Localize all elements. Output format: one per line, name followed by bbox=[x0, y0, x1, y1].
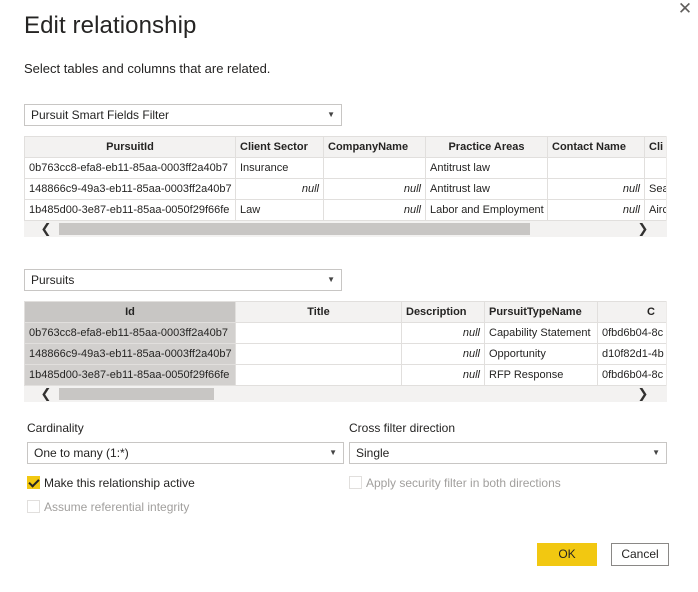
table-row: 0b763cc8-efa8-eb11-85aa-0003ff2a40b7 nul… bbox=[24, 322, 666, 344]
dialog-title: Edit relationship bbox=[24, 12, 197, 39]
table-cell: 148866c9-49a3-eb11-85aa-0003ff2a40b7 bbox=[24, 343, 236, 365]
table-cell: 148866c9-49a3-eb11-85aa-0003ff2a40b7 bbox=[24, 178, 236, 200]
table-cell: 0b763cc8-efa8-eb11-85aa-0003ff2a40b7 bbox=[24, 322, 236, 344]
table1-grid[interactable]: PursuitId Client Sector CompanyName Prac… bbox=[24, 136, 667, 222]
cardinality-select[interactable]: One to many (1:*) ▼ bbox=[27, 442, 344, 464]
table-row: 148866c9-49a3-eb11-85aa-0003ff2a40b7 nul… bbox=[24, 178, 666, 200]
chevron-right-icon[interactable]: ❯ bbox=[635, 386, 651, 402]
chevron-left-icon[interactable]: ❮ bbox=[38, 221, 54, 237]
column-header[interactable]: Contact Name bbox=[547, 136, 645, 158]
cardinality-label: Cardinality bbox=[27, 421, 84, 435]
table-cell bbox=[235, 322, 402, 344]
security-filter-checkbox[interactable] bbox=[349, 476, 362, 489]
chevron-down-icon: ▼ bbox=[329, 448, 337, 457]
column-header[interactable]: PursuitTypeName bbox=[484, 301, 598, 323]
table-cell: null bbox=[547, 199, 645, 221]
make-active-checkbox[interactable] bbox=[27, 476, 40, 489]
table-cell: Antitrust law bbox=[425, 157, 548, 179]
table2-scrollbar[interactable]: ❮ ❯ bbox=[24, 386, 667, 402]
table-cell bbox=[644, 157, 666, 179]
table2-select[interactable]: Pursuits ▼ bbox=[24, 269, 342, 291]
column-header[interactable]: Practice Areas bbox=[425, 136, 548, 158]
table-cell: 1b485d00-3e87-eb11-85aa-0050f29f66fe bbox=[24, 199, 236, 221]
table-row: 1b485d00-3e87-eb11-85aa-0050f29f66fe nul… bbox=[24, 364, 666, 386]
table-cell bbox=[323, 157, 426, 179]
column-header[interactable]: Description bbox=[401, 301, 485, 323]
table-cell: 1b485d00-3e87-eb11-85aa-0050f29f66fe bbox=[24, 364, 236, 386]
chevron-down-icon: ▼ bbox=[327, 275, 335, 284]
chevron-down-icon: ▼ bbox=[327, 110, 335, 119]
chevron-right-icon[interactable]: ❯ bbox=[635, 221, 651, 237]
table-cell: Airc bbox=[644, 199, 666, 221]
table-row: 1b485d00-3e87-eb11-85aa-0050f29f66fe Law… bbox=[24, 199, 666, 221]
table-cell: null bbox=[235, 178, 324, 200]
table-cell: RFP Response bbox=[484, 364, 598, 386]
table-cell: null bbox=[401, 343, 485, 365]
table-cell: 0fbd6b04-8c bbox=[597, 364, 666, 386]
table-cell: null bbox=[401, 364, 485, 386]
table-row: 148866c9-49a3-eb11-85aa-0003ff2a40b7 nul… bbox=[24, 343, 666, 365]
referential-integrity-label[interactable]: Assume referential integrity bbox=[44, 500, 189, 514]
table1-header-row: PursuitId Client Sector CompanyName Prac… bbox=[24, 136, 666, 158]
table-cell: Labor and Employment bbox=[425, 199, 548, 221]
table-cell: null bbox=[323, 199, 426, 221]
scrollbar-thumb[interactable] bbox=[59, 388, 214, 400]
table-cell bbox=[235, 343, 402, 365]
table1-select-value: Pursuit Smart Fields Filter bbox=[31, 108, 170, 122]
chevron-left-icon[interactable]: ❮ bbox=[38, 386, 54, 402]
table2-grid[interactable]: Id Title Description PursuitTypeName C 0… bbox=[24, 301, 667, 387]
chevron-down-icon: ▼ bbox=[652, 448, 660, 457]
column-header[interactable]: CompanyName bbox=[323, 136, 426, 158]
cross-filter-select[interactable]: Single ▼ bbox=[349, 442, 667, 464]
cross-filter-label: Cross filter direction bbox=[349, 421, 456, 435]
table-cell: Law bbox=[235, 199, 324, 221]
table2-header-row: Id Title Description PursuitTypeName C bbox=[24, 301, 666, 323]
column-header[interactable]: Title bbox=[235, 301, 402, 323]
table-cell bbox=[235, 364, 402, 386]
table-cell: Capability Statement bbox=[484, 322, 598, 344]
security-filter-label[interactable]: Apply security filter in both directions bbox=[366, 476, 561, 490]
column-header[interactable]: PursuitId bbox=[24, 136, 236, 158]
scrollbar-thumb[interactable] bbox=[59, 223, 530, 235]
table1-select[interactable]: Pursuit Smart Fields Filter ▼ bbox=[24, 104, 342, 126]
table-row: 0b763cc8-efa8-eb11-85aa-0003ff2a40b7 Ins… bbox=[24, 157, 666, 179]
table-cell: Opportunity bbox=[484, 343, 598, 365]
column-header[interactable]: C bbox=[597, 301, 666, 323]
table-cell: Insurance bbox=[235, 157, 324, 179]
table-cell: null bbox=[323, 178, 426, 200]
table-cell: 0fbd6b04-8c bbox=[597, 322, 666, 344]
table-cell bbox=[547, 157, 645, 179]
table-cell: null bbox=[401, 322, 485, 344]
table-cell: null bbox=[547, 178, 645, 200]
referential-integrity-checkbox[interactable] bbox=[27, 500, 40, 513]
dialog-subtitle: Select tables and columns that are relat… bbox=[24, 61, 271, 76]
table1-scrollbar[interactable]: ❮ ❯ bbox=[24, 221, 667, 237]
table-cell: 0b763cc8-efa8-eb11-85aa-0003ff2a40b7 bbox=[24, 157, 236, 179]
table-cell: Antitrust law bbox=[425, 178, 548, 200]
close-icon[interactable]: ✕ bbox=[676, 0, 694, 18]
table-cell: d10f82d1-4b bbox=[597, 343, 666, 365]
make-active-label[interactable]: Make this relationship active bbox=[44, 476, 195, 490]
column-header[interactable]: Client Sector bbox=[235, 136, 324, 158]
cancel-button[interactable]: Cancel bbox=[611, 543, 669, 566]
table2-select-value: Pursuits bbox=[31, 273, 75, 287]
column-header[interactable]: Id bbox=[24, 301, 236, 323]
table-cell: Sea bbox=[644, 178, 666, 200]
ok-button[interactable]: OK bbox=[537, 543, 597, 566]
column-header[interactable]: Cli bbox=[644, 136, 666, 158]
cross-filter-value: Single bbox=[356, 446, 390, 460]
cardinality-value: One to many (1:*) bbox=[34, 446, 129, 460]
